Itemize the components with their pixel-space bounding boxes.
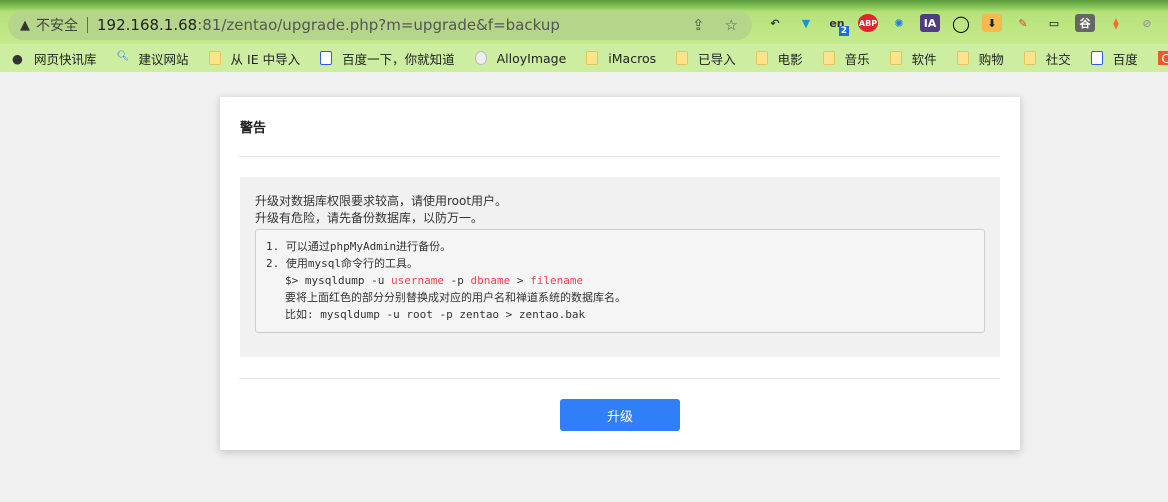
bookmark-label: 百度一下，你就知道	[342, 51, 455, 67]
warning-line-1: 升级对数据库权限要求较高，请使用root用户。	[255, 194, 508, 208]
folder-icon	[956, 51, 969, 65]
puzzle-extension-icon[interactable]: ⧫	[1106, 14, 1126, 32]
folder-icon	[889, 51, 902, 65]
bookmark-item[interactable]: 软件	[889, 49, 937, 68]
warning-alert: 升级对数据库权限要求较高，请使用root用户。 升级有危险，请先备份数据库，以防…	[240, 177, 1000, 357]
bookmark-item[interactable]: 已导入	[676, 49, 736, 68]
command-line: $> mysqldump -u username -p dbname > fil…	[285, 274, 584, 287]
folder-icon	[1023, 51, 1036, 65]
replace-note: 要将上面红色的部分分别替换成对应的用户名和禅道系统的数据库名。	[285, 291, 626, 304]
bookmark-label: 音乐	[844, 51, 870, 67]
step-2: 2. 使用mysql命令行的工具。	[266, 257, 418, 270]
bookmark-item[interactable]: 电影	[755, 49, 803, 68]
divider	[239, 378, 1000, 379]
back-arrow-extension-icon[interactable]: ↶	[765, 14, 785, 32]
diamond-extension-icon[interactable]: ▼	[796, 14, 816, 32]
bookmark-item[interactable]: 百度	[1090, 49, 1138, 68]
bookmark-label: 软件	[911, 51, 937, 67]
divider	[87, 17, 88, 33]
abp-icon[interactable]: ABP	[858, 14, 878, 32]
bookmark-item[interactable]: CAndroi	[1157, 51, 1168, 66]
share-icon[interactable]: ⇪	[692, 16, 705, 34]
step-1: 1. 可以通过phpMyAdmin进行备份。	[266, 240, 452, 253]
bookmark-item[interactable]: 音乐	[822, 49, 870, 68]
bookmark-item[interactable]: 购物	[956, 49, 1004, 68]
laptop-extension-icon[interactable]: ▭	[1044, 14, 1064, 32]
bookmark-label: 已导入	[698, 51, 736, 67]
bookmark-item[interactable]: iMacros	[586, 51, 656, 66]
bookmark-label: 电影	[777, 51, 803, 67]
bookmark-item[interactable]: ● 网页快讯库	[12, 49, 97, 68]
bookmark-label: 网页快讯库	[34, 51, 97, 67]
bookmark-label: 百度	[1112, 51, 1138, 67]
insecure-label[interactable]: 不安全	[36, 15, 78, 35]
bookmark-label: 建议网站	[138, 51, 189, 67]
bookmark-label: 购物	[978, 51, 1004, 67]
example-line: 比如: mysqldump -u root -p zentao > zentao…	[285, 308, 586, 321]
c-icon: C	[1157, 51, 1168, 66]
extensions: ↶ ▼ en 2 ABP ✺ IA ◯ ⬇ ✎ ▭ 谷 ⧫ ⊘	[765, 14, 1157, 36]
egg-icon	[474, 51, 487, 65]
download-extension-icon[interactable]: ⬇	[982, 14, 1002, 32]
url-text[interactable]: 192.168.1.68:81/zentao/upgrade.php?m=upg…	[97, 16, 560, 34]
folder-icon	[586, 51, 599, 65]
browser-toolbar: ▲ 不安全 192.168.1.68:81/zentao/upgrade.php…	[0, 0, 1168, 44]
bookmark-item[interactable]: 社交	[1023, 49, 1071, 68]
bookmark-label: AlloyImage	[496, 50, 567, 66]
bookmark-item[interactable]: AlloyImage	[474, 50, 567, 66]
globe-icon: ●	[12, 51, 23, 66]
bookmark-item[interactable]: 从 IE 中导入	[208, 49, 301, 68]
warning-line-2: 升级有危险，请先备份数据库，以防万一。	[255, 211, 484, 225]
globe-extension-icon[interactable]: ✺	[889, 14, 909, 32]
folder-icon	[755, 51, 768, 65]
folder-icon	[676, 51, 689, 65]
address-bar[interactable]: ▲ 不安全 192.168.1.68:81/zentao/upgrade.php…	[8, 10, 752, 40]
star-icon[interactable]: ☆	[725, 16, 738, 34]
bookmark-label: 从 IE 中导入	[230, 51, 301, 67]
search-icon: 🔍︎	[116, 51, 130, 62]
pen-extension-icon[interactable]: ✎	[1013, 14, 1033, 32]
gu-extension-icon[interactable]: 谷	[1075, 14, 1095, 32]
bookmark-item[interactable]: 百度一下，你就知道	[320, 49, 455, 68]
folder-icon	[208, 51, 221, 65]
warning-card: 警告 升级对数据库权限要求较高，请使用root用户。 升级有危险，请先备份数据库…	[220, 97, 1020, 450]
bookmark-item[interactable]: 🔍︎ 建议网站	[117, 49, 189, 68]
card-title: 警告	[240, 121, 267, 136]
cursor-extension-icon[interactable]: ⊘	[1137, 14, 1157, 32]
divider	[239, 156, 1000, 157]
folder-icon	[822, 51, 835, 65]
baidu-icon	[1090, 51, 1103, 65]
ia-icon[interactable]: IA	[920, 14, 940, 32]
bookmark-label: 社交	[1045, 51, 1071, 67]
circle-extension-icon[interactable]: ◯	[951, 14, 971, 33]
bookmark-label: iMacros	[608, 50, 657, 66]
baidu-icon	[320, 51, 333, 65]
bookmarks-bar: ● 网页快讯库 🔍︎ 建议网站 从 IE 中导入 百度一下，你就知道 AlloyImage i…	[0, 44, 1168, 72]
warning-icon: ▲	[20, 17, 30, 33]
upgrade-button[interactable]: 升级	[560, 399, 680, 431]
backup-instructions: 1. 可以通过phpMyAdmin进行备份。 2. 使用mysql命令行的工具。…	[255, 229, 985, 333]
translate-extension-icon[interactable]: en 2	[827, 14, 849, 36]
